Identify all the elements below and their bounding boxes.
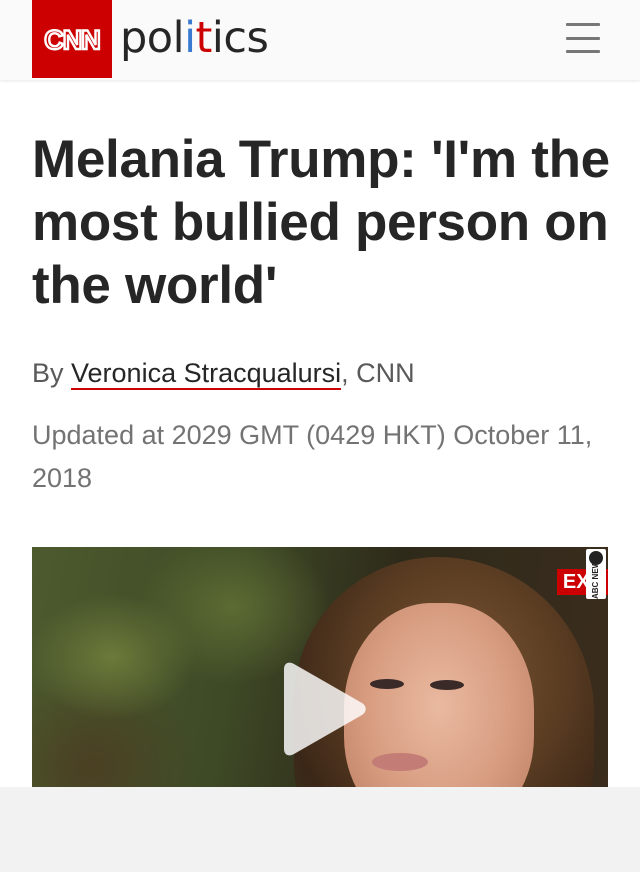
video-thumbnail-lips (372, 753, 428, 771)
hamburger-menu-icon[interactable] (566, 20, 602, 56)
author-link[interactable]: Veronica Stracqualursi (71, 358, 342, 390)
byline-suffix: , CNN (341, 358, 415, 388)
section-title-part: i (184, 13, 196, 63)
article-headline: Melania Trump: 'I'm the most bullied per… (32, 130, 610, 315)
video-thumbnail-eye (430, 680, 464, 690)
play-icon[interactable] (278, 661, 368, 757)
menu-line (566, 36, 600, 40)
section-title-part: pol (120, 13, 185, 63)
section-title-part: t (195, 13, 213, 63)
watermark-text: ABC NEWS (591, 555, 600, 599)
svg-text:CNN: CNN (44, 25, 100, 55)
section-title-part: cs (223, 13, 269, 63)
site-header: CNN politics (0, 0, 640, 80)
menu-line (566, 50, 600, 53)
byline-prefix: By (32, 358, 72, 388)
bottom-bar (0, 787, 640, 872)
section-title-politics[interactable]: politics (120, 10, 269, 66)
cnn-logo[interactable]: CNN (32, 0, 112, 78)
article-timestamp: Updated at 2029 GMT (0429 HKT) October 1… (32, 420, 593, 493)
article-byline: By Veronica Stracqualursi, CNN (32, 356, 415, 390)
video-thumbnail-eye (370, 679, 404, 689)
video-player[interactable]: EXC ABC NEWS (32, 547, 608, 792)
abc-news-watermark: ABC NEWS (586, 549, 606, 599)
section-title-part: i (211, 13, 224, 63)
cnn-logo-mark: CNN (43, 24, 102, 56)
menu-line (566, 23, 600, 26)
